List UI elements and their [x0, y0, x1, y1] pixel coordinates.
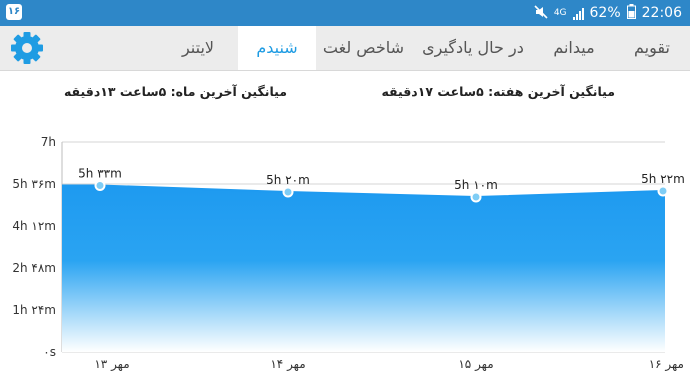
tab-leitner[interactable]: لایتنر: [160, 26, 236, 70]
battery-percent: 62%: [589, 5, 621, 21]
x-tick-label: ۱۳ مهر: [94, 357, 129, 372]
data-label: 5h ۲۲m: [641, 172, 685, 186]
data-point: [282, 186, 294, 198]
y-tick-label: 1h ۲۴m: [12, 303, 56, 317]
listening-time-chart: ۰s 1h ۲۴m 2h ۴۸m 4h ۱۲m 5h ۳۶m 7h 5h ۳۳m 5h ۲۰m…: [12, 135, 685, 372]
notification-badge: ۱۶: [6, 4, 22, 20]
tab-word-index[interactable]: شاخص لغت: [317, 26, 410, 70]
tab-calendar[interactable]: تقویم: [614, 26, 690, 70]
tab-learning[interactable]: در حال یادگیری: [412, 26, 534, 70]
chart-area: [62, 185, 665, 352]
clock: 22:06: [641, 5, 682, 21]
x-tick-label: ۱۴ مهر: [270, 357, 305, 372]
data-label: 5h ۱۰m: [454, 178, 498, 192]
data-point: [657, 185, 669, 197]
y-tick-label: 5h ۳۶m: [12, 177, 56, 191]
data-label: 5h ۳۳m: [78, 167, 122, 181]
signal-icon: [572, 7, 584, 20]
month-average: میانگین آخرین ماه: ۵ساعت ۱۳دقیقه: [63, 84, 287, 99]
network-type: 4G: [553, 8, 567, 18]
mute-icon: [534, 4, 548, 22]
data-point: [470, 191, 482, 203]
status-right: 4G 62% 22:06: [534, 3, 682, 23]
y-tick-label: 4h ۱۲m: [12, 219, 56, 233]
data-point: [94, 180, 106, 191]
tab-known[interactable]: میدانم: [536, 26, 612, 70]
y-tick-label: 7h: [41, 135, 56, 149]
y-tick-label: 2h ۴۸m: [12, 261, 56, 275]
week-average: میانگین آخرین هفته: ۵ساعت ۱۷دقیقه: [381, 84, 615, 99]
y-tick-label: ۰s: [43, 345, 56, 359]
tab-heard[interactable]: شنیدم: [238, 26, 316, 70]
tab-bar: تقویم میدانم در حال یادگیری شاخص لغت شنی…: [0, 26, 690, 71]
data-label: 5h ۲۰m: [266, 173, 310, 187]
gear-icon[interactable]: [8, 30, 46, 66]
status-bar: ۱۶ 4G 62% 22:06: [0, 0, 690, 26]
battery-icon: [626, 3, 636, 23]
x-tick-label: ۱۶ مهر: [649, 357, 684, 372]
x-tick-label: ۱۵ مهر: [458, 357, 493, 372]
